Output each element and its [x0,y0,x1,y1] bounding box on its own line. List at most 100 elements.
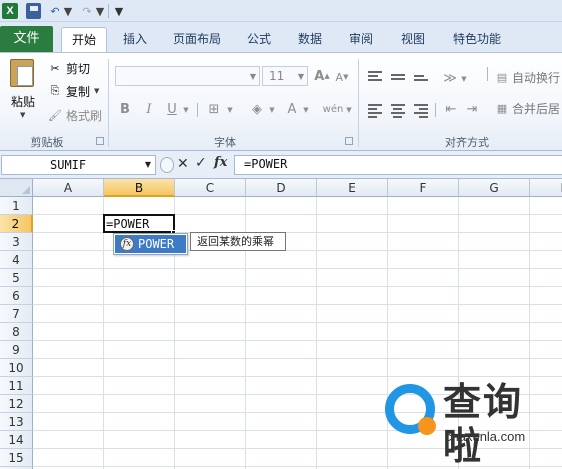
clipboard-launcher-icon[interactable] [96,137,104,145]
cell-e10[interactable] [317,359,388,377]
font-launcher-icon[interactable] [345,137,353,145]
formula-input[interactable]: =POWER [234,155,562,175]
cell-e7[interactable] [317,305,388,323]
cell-g3[interactable] [459,233,530,251]
paste-button[interactable]: 粘贴 [11,93,35,110]
name-box-dropdown-icon[interactable]: ▼ [145,160,151,169]
insert-function-button[interactable]: fx [214,155,227,170]
cell-d4[interactable] [246,251,317,269]
cell-e5[interactable] [317,269,388,287]
cell-g1[interactable] [459,197,530,215]
italic-button[interactable]: I [141,100,157,118]
cell-h3[interactable] [530,233,562,251]
cell-a7[interactable] [33,305,104,323]
cell-b15[interactable] [104,449,175,467]
increase-indent-icon[interactable]: ⇥ [464,100,480,118]
cell-c1[interactable] [175,197,246,215]
cell-d2[interactable] [246,215,317,233]
tab-formulas[interactable]: 公式 [238,27,280,52]
cell-a11[interactable] [33,377,104,395]
align-center-icon[interactable] [391,104,405,118]
align-bottom-icon[interactable] [414,75,428,87]
cell-b7[interactable] [104,305,175,323]
cell-d5[interactable] [246,269,317,287]
cell-f9[interactable] [388,341,459,359]
cell-a6[interactable] [33,287,104,305]
row-header-10[interactable]: 10 [0,359,33,377]
cell-g4[interactable] [459,251,530,269]
tab-special-features[interactable]: 特色功能 [444,27,510,52]
save-icon[interactable] [26,3,41,19]
cell-a3[interactable] [33,233,104,251]
align-middle-icon[interactable] [391,74,405,86]
row-header-1[interactable]: 1 [0,197,33,215]
cell-g6[interactable] [459,287,530,305]
cell-c13[interactable] [175,413,246,431]
cell-d7[interactable] [246,305,317,323]
cancel-formula-button[interactable]: ✕ [177,156,189,172]
cell-a2[interactable] [33,215,104,233]
cell-g7[interactable] [459,305,530,323]
cell-d1[interactable] [246,197,317,215]
row-header-8[interactable]: 8 [0,323,33,341]
cell-b14[interactable] [104,431,175,449]
cell-g2[interactable] [459,215,530,233]
formula-bar-grip-icon[interactable] [160,157,174,173]
wrap-text-icon[interactable]: ▤ [494,68,510,86]
active-cell-b2[interactable]: =POWER [103,214,175,233]
customize-toolbar-icon[interactable]: ▼ [115,3,123,19]
autocomplete-item-power[interactable]: fx POWER [115,235,186,253]
cell-e15[interactable] [317,449,388,467]
cell-c6[interactable] [175,287,246,305]
bold-button[interactable]: B [117,100,133,118]
fill-color-icon[interactable]: ◈ [248,100,266,118]
cell-c14[interactable] [175,431,246,449]
row-header-7[interactable]: 7 [0,305,33,323]
copy-button[interactable]: ⎘ 复制 ▼ [48,82,100,100]
font-name-dropdown-icon[interactable]: ▼ [250,72,256,81]
cell-c2[interactable] [175,215,246,233]
paste-icon[interactable] [10,59,34,87]
cell-a1[interactable] [33,197,104,215]
column-header-c[interactable]: C [175,179,246,197]
grow-font-button[interactable]: A ▲ [313,67,331,85]
tab-home[interactable]: 开始 [61,27,107,52]
cell-h10[interactable] [530,359,562,377]
cell-f4[interactable] [388,251,459,269]
cell-h7[interactable] [530,305,562,323]
row-header-6[interactable]: 6 [0,287,33,305]
wrap-text-button[interactable]: 自动换行 [512,69,560,86]
cell-b8[interactable] [104,323,175,341]
column-header-d[interactable]: D [246,179,317,197]
font-size-dropdown-icon[interactable]: ▼ [298,72,304,81]
borders-icon[interactable]: ⊞ [206,100,222,118]
copy-dropdown-icon[interactable]: ▼ [94,87,99,95]
cell-a15[interactable] [33,449,104,467]
row-header-2[interactable]: 2 [0,215,33,233]
cell-e13[interactable] [317,413,388,431]
row-header-15[interactable]: 15 [0,449,33,467]
row-header-3[interactable]: 3 [0,233,33,251]
cell-d15[interactable] [246,449,317,467]
cell-h1[interactable] [530,197,562,215]
align-left-icon[interactable] [368,104,382,118]
cell-c15[interactable] [175,449,246,467]
cell-e1[interactable] [317,197,388,215]
tab-data[interactable]: 数据 [289,27,331,52]
cell-b1[interactable] [104,197,175,215]
cell-e3[interactable] [317,233,388,251]
align-right-icon[interactable] [414,104,428,118]
phonetic-dropdown-icon[interactable]: ▼ [345,101,353,119]
row-header-12[interactable]: 12 [0,395,33,413]
cell-c7[interactable] [175,305,246,323]
cell-e2[interactable] [317,215,388,233]
cell-d8[interactable] [246,323,317,341]
cell-a9[interactable] [33,341,104,359]
cell-h6[interactable] [530,287,562,305]
cell-a10[interactable] [33,359,104,377]
undo-icon[interactable]: ↶ [48,3,62,19]
cell-e14[interactable] [317,431,388,449]
column-header-e[interactable]: E [317,179,388,197]
font-color-button[interactable]: A [284,100,300,118]
cell-e6[interactable] [317,287,388,305]
